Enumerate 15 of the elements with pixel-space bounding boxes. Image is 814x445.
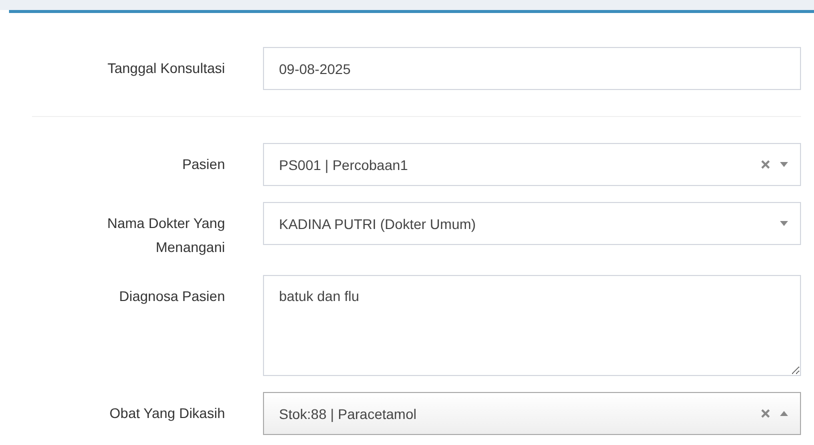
clear-icon[interactable] [761,409,770,418]
date-field[interactable]: 09-08-2025 [263,47,801,90]
caret-icon [780,162,788,167]
clear-icon[interactable] [761,160,770,169]
select-field[interactable]: Stok:88 | Paracetamol [263,392,801,435]
select-field[interactable]: PS001 | Percobaan1 [263,143,801,186]
select-field[interactable]: KADINA PUTRI (Dokter Umum) [263,202,801,245]
caret-icon [780,411,788,416]
caret-icon [780,221,788,226]
field-label: Nama Dokter Yang Menangani [106,214,225,257]
field-label: Obat Yang Dikasih [108,404,225,423]
diagnosis-field[interactable]: batuk dan flu [263,275,801,376]
field-label: Tanggal Konsultasi [106,59,225,78]
field-label: Diagnosa Pasien [118,287,225,306]
field-label: Pasien [181,155,225,174]
